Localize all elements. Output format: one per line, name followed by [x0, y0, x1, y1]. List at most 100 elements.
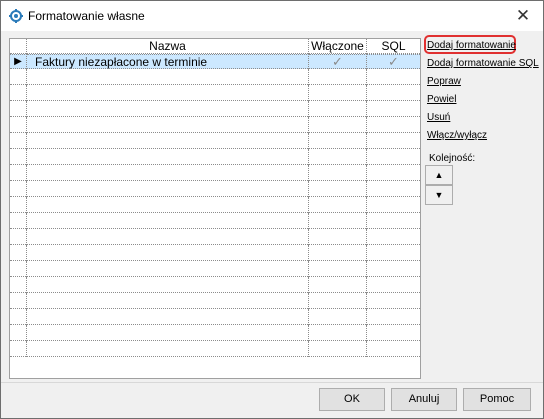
- edit-link[interactable]: Popraw: [427, 76, 461, 87]
- empty-cell: [27, 133, 309, 149]
- empty-cell: [10, 181, 27, 197]
- empty-cell: [27, 277, 309, 293]
- empty-cell: [367, 245, 420, 261]
- empty-cell: [309, 213, 367, 229]
- empty-cell: [309, 229, 367, 245]
- empty-table-row[interactable]: [10, 213, 420, 229]
- empty-table-row[interactable]: [10, 197, 420, 213]
- footer-separator: [1, 382, 543, 383]
- order-label: Kolejność:: [429, 153, 476, 164]
- empty-cell: [309, 133, 367, 149]
- empty-cell: [309, 325, 367, 341]
- empty-cell: [27, 309, 309, 325]
- empty-cell: [27, 325, 309, 341]
- empty-cell: [10, 261, 27, 277]
- empty-cell: [10, 197, 27, 213]
- empty-cell: [27, 197, 309, 213]
- empty-cell: [309, 197, 367, 213]
- empty-cell: [367, 117, 420, 133]
- column-header-sql[interactable]: SQL: [367, 39, 420, 54]
- empty-cell: [27, 229, 309, 245]
- empty-cell: [27, 149, 309, 165]
- table-row[interactable]: ▶ Faktury niezapłacone w terminie ✓ ✓: [10, 54, 420, 69]
- empty-cell: [27, 261, 309, 277]
- empty-cell: [27, 293, 309, 309]
- empty-cell: [10, 133, 27, 149]
- empty-cell: [309, 149, 367, 165]
- empty-cell: [367, 149, 420, 165]
- column-header-enabled[interactable]: Włączone: [309, 39, 367, 54]
- formatting-grid[interactable]: Nazwa Włączone SQL ▶ Faktury niezapłacon…: [9, 38, 421, 379]
- close-icon[interactable]: ✕: [503, 1, 543, 31]
- empty-table-row[interactable]: [10, 245, 420, 261]
- empty-table-row[interactable]: [10, 149, 420, 165]
- empty-cell: [309, 341, 367, 357]
- title-bar: Formatowanie własne ✕: [1, 1, 543, 31]
- empty-cell: [309, 245, 367, 261]
- empty-table-row[interactable]: [10, 101, 420, 117]
- empty-cell: [367, 197, 420, 213]
- empty-cell: [367, 181, 420, 197]
- empty-cell: [27, 69, 309, 85]
- empty-cell: [10, 325, 27, 341]
- enabled-check-icon[interactable]: ✓: [309, 54, 367, 69]
- empty-cell: [27, 101, 309, 117]
- empty-cell: [367, 69, 420, 85]
- empty-cell: [367, 101, 420, 117]
- cancel-button[interactable]: Anuluj: [391, 388, 457, 411]
- empty-table-row[interactable]: [10, 229, 420, 245]
- empty-table-row[interactable]: [10, 181, 420, 197]
- help-button[interactable]: Pomoc: [463, 388, 531, 411]
- empty-cell: [27, 181, 309, 197]
- empty-cell: [309, 117, 367, 133]
- delete-link[interactable]: Usuń: [427, 112, 450, 123]
- window-title: Formatowanie własne: [28, 9, 145, 23]
- ok-button[interactable]: OK: [319, 388, 385, 411]
- arrow-down-icon: ▼: [434, 190, 444, 200]
- empty-table-row[interactable]: [10, 133, 420, 149]
- empty-table-row[interactable]: [10, 325, 420, 341]
- empty-cell: [367, 133, 420, 149]
- arrow-up-icon: ▲: [434, 170, 444, 180]
- empty-table-row[interactable]: [10, 261, 420, 277]
- sql-check-icon[interactable]: ✓: [367, 54, 420, 69]
- grid-header: Nazwa Włączone SQL: [10, 39, 420, 54]
- empty-table-row[interactable]: [10, 309, 420, 325]
- empty-table-row[interactable]: [10, 117, 420, 133]
- empty-cell: [367, 341, 420, 357]
- duplicate-link[interactable]: Powiel: [427, 94, 456, 105]
- empty-table-row[interactable]: [10, 85, 420, 101]
- empty-cell: [309, 181, 367, 197]
- add-formatting-link[interactable]: Dodaj formatowanie: [427, 40, 516, 51]
- column-header-name[interactable]: Nazwa: [27, 39, 309, 54]
- row-name-cell[interactable]: Faktury niezapłacone w terminie: [27, 54, 309, 69]
- empty-table-row[interactable]: [10, 165, 420, 181]
- empty-cell: [10, 341, 27, 357]
- empty-cell: [367, 165, 420, 181]
- empty-cell: [10, 277, 27, 293]
- empty-cell: [10, 149, 27, 165]
- empty-cell: [367, 261, 420, 277]
- empty-cell: [27, 245, 309, 261]
- row-pointer-icon: ▶: [10, 54, 27, 69]
- empty-cell: [10, 213, 27, 229]
- empty-cell: [10, 101, 27, 117]
- add-sql-formatting-link[interactable]: Dodaj formatowanie SQL: [427, 58, 539, 69]
- empty-table-row[interactable]: [10, 277, 420, 293]
- empty-cell: [309, 293, 367, 309]
- empty-cell: [10, 117, 27, 133]
- move-up-button[interactable]: ▲: [425, 165, 453, 185]
- empty-cell: [10, 293, 27, 309]
- move-down-button[interactable]: ▼: [425, 185, 453, 205]
- header-corner: [10, 39, 27, 54]
- empty-cell: [27, 341, 309, 357]
- empty-cell: [367, 229, 420, 245]
- empty-cell: [27, 117, 309, 133]
- empty-table-row[interactable]: [10, 293, 420, 309]
- gear-app-icon: [9, 9, 23, 23]
- empty-cell: [10, 245, 27, 261]
- empty-table-row[interactable]: [10, 341, 420, 357]
- toggle-link[interactable]: Włącz/wyłącz: [427, 130, 487, 141]
- empty-table-row[interactable]: [10, 69, 420, 85]
- empty-cell: [309, 69, 367, 85]
